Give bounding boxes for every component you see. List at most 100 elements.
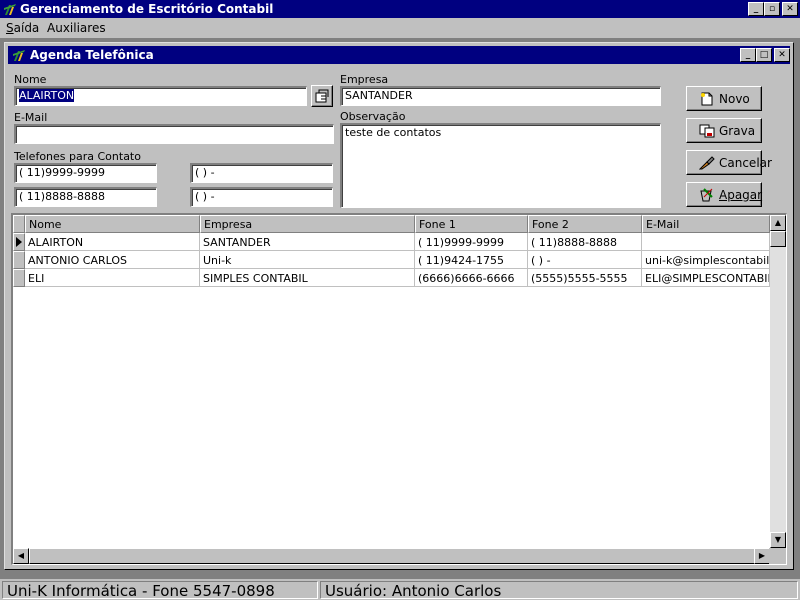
status-user: Usuário: Antonio Carlos	[320, 581, 798, 599]
menu-auxiliares-label: Auxiliares	[47, 21, 106, 35]
minimize-button[interactable]: _	[748, 2, 764, 16]
vertical-scroll-thumb[interactable]	[770, 231, 786, 247]
table-cell[interactable]: Uni-k	[200, 251, 415, 269]
status-company-text: Uni-K Informática - Fone 5547-0898	[7, 582, 275, 599]
observacao-value: teste de contatos	[345, 126, 442, 139]
close-icon: ✕	[786, 4, 794, 14]
app-logo-icon	[4, 4, 16, 15]
table-cell[interactable]: uni-k@simplescontabil.com	[642, 251, 770, 269]
telefones-label: Telefones para Contato	[14, 150, 141, 163]
restore-button[interactable]: ▫	[764, 2, 780, 16]
minimize-icon: _	[753, 4, 759, 14]
maximize-icon: □	[759, 50, 769, 60]
cancelar-button[interactable]: Cancelar	[686, 150, 772, 175]
close-button[interactable]: ✕	[782, 2, 798, 16]
empresa-label: Empresa	[340, 73, 389, 86]
child-close-button[interactable]: ✕	[774, 48, 790, 62]
menu-saida[interactable]: Saída	[6, 21, 39, 35]
table-cell[interactable]: (6666)6666-6666	[415, 269, 528, 287]
row-indicator[interactable]	[13, 269, 25, 287]
phone1-field[interactable]: ( 11)9999-9999	[14, 163, 157, 183]
empresa-value: SANTANDER	[345, 89, 413, 102]
eraser-brush-icon	[699, 156, 715, 170]
grid-header-fone2[interactable]: Fone 2	[528, 215, 642, 233]
menu-bar: Saída Auxiliares	[0, 18, 800, 38]
agenda-icon	[13, 50, 25, 61]
current-row-arrow-icon	[16, 237, 22, 247]
phone2-field[interactable]: ( ) -	[190, 163, 333, 183]
restore-icon: ▫	[768, 4, 776, 14]
scroll-right-button[interactable]: ▶	[754, 548, 770, 564]
nome-field[interactable]: ALAIRTON	[14, 86, 307, 106]
nome-value: ALAIRTON	[19, 89, 75, 102]
horizontal-scroll-thumb[interactable]	[29, 548, 755, 564]
nome-label: Nome	[14, 73, 47, 86]
agenda-window: Agenda Telefônica _ □ ✕ Nome ALAIRTON E-…	[4, 42, 794, 570]
table-cell[interactable]: ( 11)9424-1755	[415, 251, 528, 269]
table-cell[interactable]: ELI	[25, 269, 200, 287]
phone4-value: ( ) -	[195, 190, 215, 203]
row-indicator[interactable]	[13, 233, 25, 251]
table-cell[interactable]: ( 11)9999-9999	[415, 233, 528, 251]
agenda-title: Agenda Telefônica	[30, 48, 154, 62]
grid-header-email[interactable]: E-Mail	[642, 215, 770, 233]
grava-label: Grava	[719, 124, 756, 138]
close-icon: ✕	[778, 50, 786, 60]
scroll-up-button[interactable]: ▲	[770, 215, 786, 231]
app-title: Gerenciamento de Escritório Contabil	[20, 2, 274, 16]
scroll-left-button[interactable]: ◀	[13, 548, 29, 564]
table-cell[interactable]	[642, 233, 770, 251]
email-label: E-Mail	[14, 111, 48, 124]
cancelar-label: Cancelar	[719, 156, 772, 170]
apagar-button[interactable]: Apagar	[686, 182, 762, 207]
vertical-scrollbar[interactable]: ▲ ▼	[770, 215, 786, 548]
delete-icon	[700, 188, 713, 202]
phone4-field[interactable]: ( ) -	[190, 187, 333, 207]
arrow-down-icon: ▼	[774, 535, 782, 544]
novo-label: Novo	[719, 92, 750, 106]
table-cell[interactable]: SIMPLES CONTABIL	[200, 269, 415, 287]
arrow-right-icon: ▶	[758, 551, 766, 560]
email-field[interactable]	[14, 124, 334, 144]
table-cell[interactable]: ( ) -	[528, 251, 642, 269]
grava-button[interactable]: Grava	[686, 118, 762, 143]
phone3-field[interactable]: ( 11)8888-8888	[14, 187, 157, 207]
menu-saida-rest: aída	[13, 21, 40, 35]
observacao-field[interactable]: teste de contatos	[340, 123, 661, 208]
grid-header-empresa[interactable]: Empresa	[200, 215, 415, 233]
save-icon	[699, 124, 715, 138]
table-cell[interactable]: ELI@SIMPLESCONTABIL	[642, 269, 770, 287]
grid-header-fone1[interactable]: Fone 1	[415, 215, 528, 233]
app-title-bar: Gerenciamento de Escritório Contabil _ ▫…	[0, 0, 800, 18]
phone2-value: ( ) -	[195, 166, 215, 179]
novo-button[interactable]: Novo	[686, 86, 762, 111]
new-document-icon	[701, 92, 713, 106]
grid-header-nome[interactable]: Nome	[25, 215, 200, 233]
status-user-text: Usuário: Antonio Carlos	[325, 582, 502, 599]
agenda-title-bar: Agenda Telefônica _ □ ✕	[8, 46, 790, 64]
child-minimize-button[interactable]: _	[740, 48, 756, 62]
apagar-label: Apagar	[719, 188, 763, 202]
empresa-field[interactable]: SANTANDER	[340, 86, 661, 106]
status-company: Uni-K Informática - Fone 5547-0898	[2, 581, 318, 599]
phone1-value: ( 11)9999-9999	[19, 166, 106, 179]
table-cell[interactable]: (5555)5555-5555	[528, 269, 642, 287]
table-cell[interactable]: ANTONIO CARLOS	[25, 251, 200, 269]
child-maximize-button[interactable]: □	[756, 48, 772, 62]
table-cell[interactable]: ALAIRTON	[25, 233, 200, 251]
lookup-button[interactable]	[311, 85, 333, 107]
status-bar: Uni-K Informática - Fone 5547-0898 Usuár…	[0, 579, 800, 600]
grid-corner	[13, 215, 25, 233]
menu-auxiliares[interactable]: Auxiliares	[47, 21, 106, 35]
table-cell[interactable]: ( 11)8888-8888	[528, 233, 642, 251]
arrow-left-icon: ◀	[17, 551, 25, 560]
row-indicator[interactable]	[13, 251, 25, 269]
phone3-value: ( 11)8888-8888	[19, 190, 106, 203]
observacao-label: Observação	[340, 110, 406, 123]
arrow-up-icon: ▲	[774, 218, 782, 227]
contacts-grid[interactable]: Nome Empresa Fone 1 Fone 2 E-Mail ALAIRT…	[11, 213, 787, 565]
scroll-down-button[interactable]: ▼	[770, 532, 786, 548]
scroll-corner	[769, 548, 786, 564]
horizontal-scrollbar[interactable]: ◀ ▶	[13, 548, 770, 564]
table-cell[interactable]: SANTANDER	[200, 233, 415, 251]
